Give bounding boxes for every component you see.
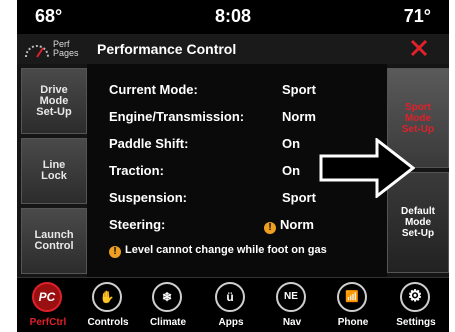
page-title: Performance Control xyxy=(97,41,237,57)
engine-transmission-value: Norm xyxy=(282,109,316,124)
default-mode-setup-label: Default Mode Set-Up xyxy=(401,206,435,239)
current-mode-value: Sport xyxy=(282,82,316,97)
nav-perfctrl[interactable]: PC PerfCtrl xyxy=(19,278,77,332)
current-mode-label: Current Mode: xyxy=(109,82,198,97)
nav-phone-label: Phone xyxy=(337,317,369,328)
nav-settings-label: Settings xyxy=(396,317,436,328)
close-icon xyxy=(410,39,428,57)
nav-nav-label: Nav xyxy=(282,317,302,328)
notice-text: Level cannot change while foot on gas xyxy=(125,244,327,256)
nav-climate[interactable]: ❄ Climate xyxy=(139,278,197,332)
nav-settings[interactable]: ⚙ Settings xyxy=(387,278,445,332)
nav-controls[interactable]: ✋ Controls xyxy=(79,278,137,332)
steering-value-group: ! Norm xyxy=(264,217,314,234)
title-bar: Perf Pages Performance Control xyxy=(17,34,449,65)
compass-icon: NE xyxy=(276,282,306,312)
line-lock-button[interactable]: Line Lock xyxy=(21,138,87,204)
steering-value: Norm xyxy=(280,217,314,232)
nav-apps-label: Apps xyxy=(218,317,244,328)
drive-mode-setup-button[interactable]: Drive Mode Set-Up xyxy=(21,68,87,134)
climate-fan-icon: ❄ xyxy=(152,282,182,312)
nav-nav[interactable]: NE Nav xyxy=(263,278,321,332)
gear-icon: ⚙ xyxy=(400,282,430,312)
clock: 8:08 xyxy=(214,6,252,26)
warning-icon: ! xyxy=(109,246,121,258)
status-bar: 68° 8:08 71° xyxy=(17,0,449,34)
warning-icon: ! xyxy=(264,222,276,234)
nav-perfctrl-label: PerfCtrl xyxy=(29,317,67,328)
left-menu: Drive Mode Set-Up Line Lock Launch Contr… xyxy=(17,64,87,277)
uconnect-screen: 68° 8:08 71° Perf Pages Performance Cont… xyxy=(17,0,449,332)
arrow-callout-icon xyxy=(319,138,415,198)
steering-label: Steering: xyxy=(109,217,166,232)
launch-control-button[interactable]: Launch Control xyxy=(21,208,87,274)
phone-signal-icon: 📶 xyxy=(337,282,367,312)
line-lock-label: Line Lock xyxy=(41,159,67,182)
hand-controls-icon: ✋ xyxy=(92,282,122,312)
suspension-label: Suspension: xyxy=(109,190,188,205)
outside-temp-right: 71° xyxy=(403,6,431,26)
engine-transmission-label: Engine/Transmission: xyxy=(109,109,245,124)
nav-apps[interactable]: ü Apps xyxy=(202,278,260,332)
apps-icon: ü xyxy=(215,282,245,312)
drive-mode-setup-label: Drive Mode Set-Up xyxy=(36,83,72,118)
launch-control-label: Launch Control xyxy=(34,229,74,252)
perf-pages-label: Perf Pages xyxy=(53,39,79,58)
gauge-icon xyxy=(25,45,49,58)
perf-pages-button[interactable]: Perf Pages xyxy=(23,37,93,61)
nav-phone[interactable]: 📶 Phone xyxy=(324,278,382,332)
close-button[interactable] xyxy=(407,36,431,60)
sport-mode-setup-label: Sport Mode Set-Up xyxy=(401,101,435,135)
bottom-nav: PC PerfCtrl ✋ Controls ❄ Climate ü Apps … xyxy=(17,277,449,332)
perf-control-icon: PC xyxy=(32,282,62,312)
suspension-value: Sport xyxy=(282,190,316,205)
nav-controls-label: Controls xyxy=(87,317,129,328)
traction-value: On xyxy=(282,163,301,178)
nav-climate-label: Climate xyxy=(149,317,187,328)
traction-label: Traction: xyxy=(109,163,164,178)
paddle-shift-label: Paddle Shift: xyxy=(109,136,189,151)
gas-pedal-notice: ! Level cannot change while foot on gas xyxy=(109,244,327,258)
paddle-shift-value: On xyxy=(282,136,301,151)
